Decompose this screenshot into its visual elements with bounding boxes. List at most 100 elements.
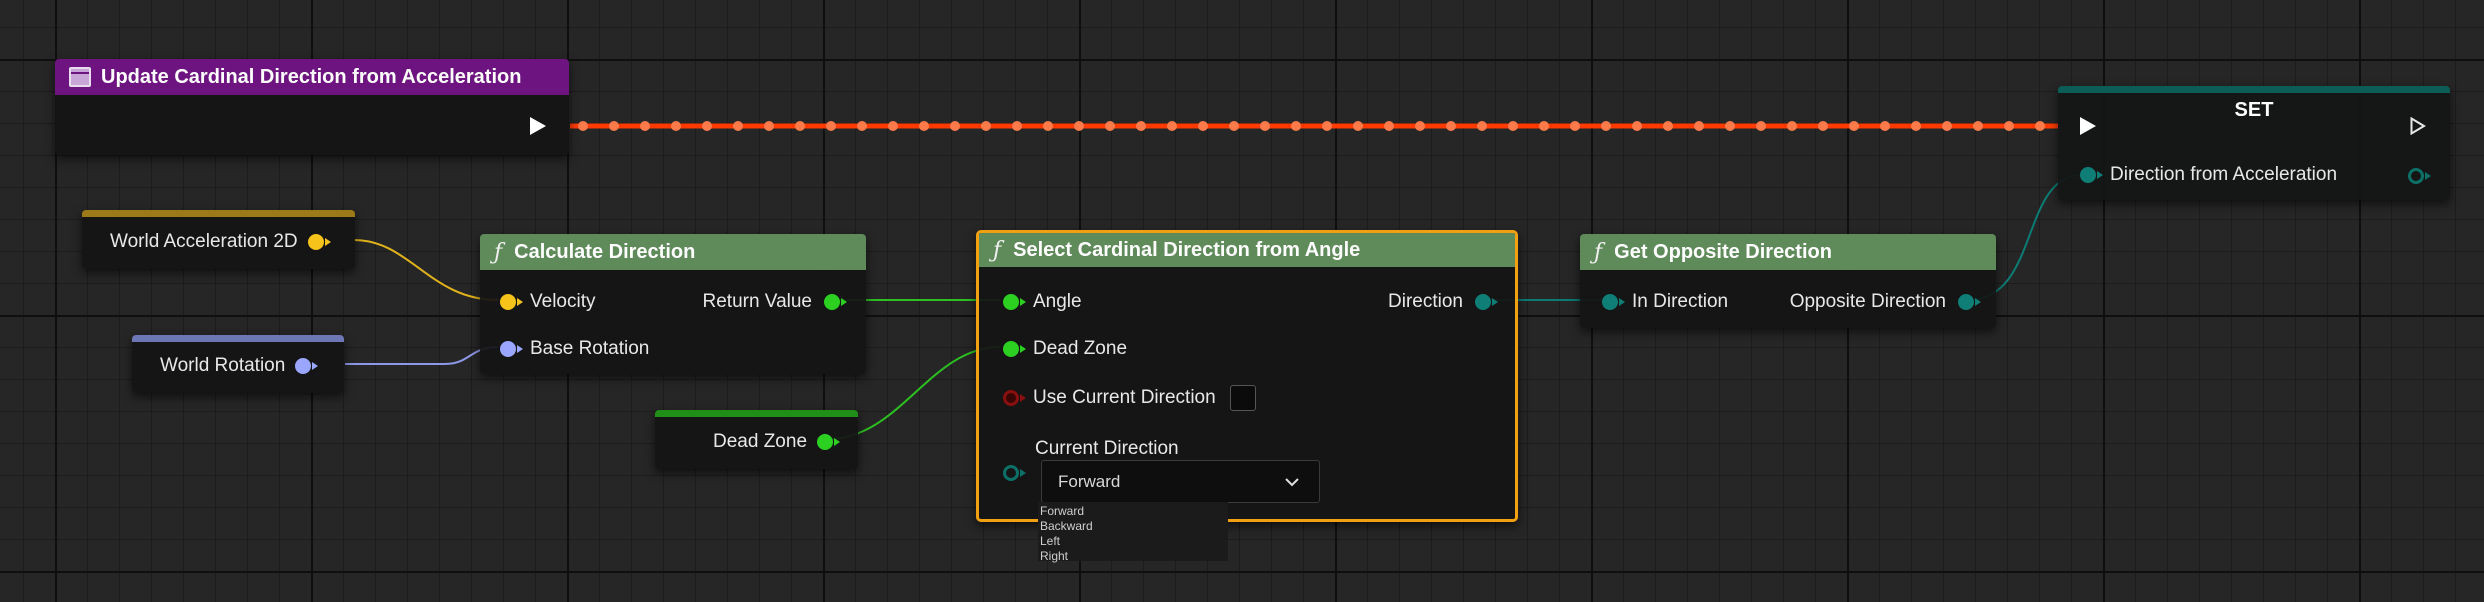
- world-acceleration-label: World Acceleration 2D: [110, 231, 298, 252]
- direction-out-pin[interactable]: [1475, 294, 1498, 310]
- dropdown-option[interactable]: Backward: [1040, 519, 1226, 534]
- exec-wire-dot: [1756, 121, 1766, 131]
- variable-world-acceleration-2d[interactable]: World Acceleration 2D: [82, 210, 355, 269]
- exec-wire-dot: [733, 121, 743, 131]
- exec-wire-dot: [1601, 121, 1611, 131]
- exec-wire-dot: [919, 121, 929, 131]
- dropdown-option[interactable]: Left: [1040, 534, 1226, 549]
- exec-wire-dot: [1849, 121, 1859, 131]
- exec-wire-dot: [1942, 121, 1952, 131]
- exec-wire-dot: [1508, 121, 1518, 131]
- exec-wire-dot: [1043, 121, 1053, 131]
- base-rotation-in-pin[interactable]: [500, 341, 523, 357]
- dead-zone-var-row[interactable]: Dead Zone: [713, 431, 841, 453]
- exec-wire-dot: [1880, 121, 1890, 131]
- calculate-direction-header[interactable]: ƒ Calculate Direction: [480, 234, 866, 270]
- set-node[interactable]: SET Direction from Acceleration: [2058, 86, 2450, 200]
- set-direction-row[interactable]: Direction from Acceleration: [2080, 164, 2337, 186]
- angle-row[interactable]: Angle: [1003, 291, 1082, 313]
- base-rotation-row[interactable]: Base Rotation: [500, 338, 649, 360]
- world-rotation-row[interactable]: World Rotation: [160, 355, 319, 377]
- exec-wire-dot: [795, 121, 805, 131]
- use-current-direction-in-pin[interactable]: [1003, 390, 1026, 406]
- exec-wire-dot: [1787, 121, 1797, 131]
- calculate-direction-title: Calculate Direction: [514, 240, 696, 263]
- angle-in-pin[interactable]: [1003, 294, 1026, 310]
- return-value-label: Return Value: [702, 291, 813, 312]
- use-current-direction-label: Use Current Direction: [1033, 387, 1216, 408]
- dropdown-option[interactable]: Forward: [1040, 504, 1226, 519]
- chevron-down-icon: [1285, 472, 1299, 492]
- current-direction-in-pin[interactable]: [1003, 465, 1026, 481]
- variable-dead-zone[interactable]: Dead Zone: [655, 410, 858, 469]
- exec-wire-dot: [2035, 121, 2045, 131]
- variable-world-rotation[interactable]: World Rotation: [132, 335, 344, 393]
- function-icon: ƒ: [993, 237, 1002, 263]
- current-direction-label: Current Direction: [1035, 438, 1179, 459]
- world-rotation-out-pin[interactable]: [295, 358, 319, 374]
- exec-wire-dot: [1446, 121, 1456, 131]
- velocity-row[interactable]: Velocity: [500, 291, 595, 313]
- get-opposite-direction-node[interactable]: ƒ Get Opposite Direction In Direction Op…: [1580, 234, 1996, 328]
- exec-wire-dot: [1539, 121, 1549, 131]
- exec-out-pin[interactable]: [530, 117, 546, 135]
- current-direction-options[interactable]: Forward Backward Left Right: [1038, 502, 1228, 564]
- return-value-row[interactable]: Return Value: [702, 291, 847, 313]
- exec-wire-dot: [1911, 121, 1921, 131]
- opposite-direction-out-pin[interactable]: [1958, 294, 1981, 310]
- opposite-direction-row[interactable]: Opposite Direction: [1790, 291, 1981, 313]
- exec-wire-dot: [1291, 121, 1301, 131]
- exec-wire-dots: [578, 121, 2045, 131]
- set-node-top-bar: [2058, 86, 2450, 93]
- exec-wire-dot: [1384, 121, 1394, 131]
- dead-zone-var-out-pin[interactable]: [817, 434, 841, 450]
- exec-wire-dot: [1260, 121, 1270, 131]
- exec-wire-dot: [2004, 121, 2014, 131]
- dead-zone-label: Dead Zone: [1033, 338, 1128, 359]
- direction-out-row[interactable]: Direction: [1388, 291, 1498, 313]
- dead-zone-row[interactable]: Dead Zone: [1003, 338, 1127, 360]
- exec-wire-dot: [1725, 121, 1735, 131]
- angle-label: Angle: [1033, 291, 1082, 312]
- set-node-title: SET: [2234, 99, 2274, 121]
- exec-wire-dot: [857, 121, 867, 131]
- set-direction-label: Direction from Acceleration: [2110, 164, 2338, 185]
- event-node-title: Update Cardinal Direction from Accelerat…: [101, 65, 522, 88]
- velocity-in-pin[interactable]: [500, 294, 523, 310]
- use-current-direction-checkbox[interactable]: [1229, 385, 1256, 411]
- in-direction-in-pin[interactable]: [1602, 294, 1625, 310]
- use-current-direction-row[interactable]: Use Current Direction: [1003, 385, 1256, 411]
- exec-wire-dot: [640, 121, 650, 131]
- in-direction-label: In Direction: [1632, 291, 1729, 312]
- exec-wire-dot: [888, 121, 898, 131]
- select-cardinal-header[interactable]: ƒ Select Cardinal Direction from Angle: [979, 233, 1515, 267]
- exec-wire-dot: [950, 121, 960, 131]
- get-opposite-title: Get Opposite Direction: [1614, 240, 1832, 263]
- variable-top-bar: [82, 210, 355, 217]
- set-exec-out-pin[interactable]: [2410, 117, 2426, 135]
- exec-wire-dot: [1167, 121, 1177, 131]
- direction-out-label: Direction: [1388, 291, 1463, 312]
- return-value-out-pin[interactable]: [824, 294, 847, 310]
- world-acceleration-row[interactable]: World Acceleration 2D: [110, 231, 331, 253]
- get-opposite-header[interactable]: ƒ Get Opposite Direction: [1580, 234, 1996, 270]
- event-node-header[interactable]: Update Cardinal Direction from Accelerat…: [55, 59, 569, 95]
- exec-wire-dot: [1074, 121, 1084, 131]
- select-cardinal-direction-node[interactable]: ƒ Select Cardinal Direction from Angle A…: [976, 230, 1518, 522]
- calculate-direction-node[interactable]: ƒ Calculate Direction Velocity Base Rota…: [480, 234, 866, 374]
- dropdown-option[interactable]: Right: [1040, 549, 1226, 564]
- in-direction-row[interactable]: In Direction: [1602, 291, 1728, 313]
- current-direction-value: Forward: [1058, 471, 1121, 491]
- dead-zone-in-pin[interactable]: [1003, 341, 1026, 357]
- set-exec-in-pin[interactable]: [2080, 117, 2096, 135]
- set-direction-in-pin[interactable]: [2080, 167, 2103, 183]
- event-icon: [69, 67, 91, 87]
- exec-wire-dot: [609, 121, 619, 131]
- function-icon: ƒ: [494, 239, 503, 265]
- event-node[interactable]: Update Cardinal Direction from Accelerat…: [55, 59, 569, 155]
- current-direction-dropdown[interactable]: Forward: [1041, 460, 1320, 503]
- exec-wire-dot: [578, 121, 588, 131]
- world-acceleration-out-pin[interactable]: [307, 234, 331, 250]
- exec-wire-dot: [1353, 121, 1363, 131]
- set-direction-out-pin[interactable]: [2408, 168, 2431, 184]
